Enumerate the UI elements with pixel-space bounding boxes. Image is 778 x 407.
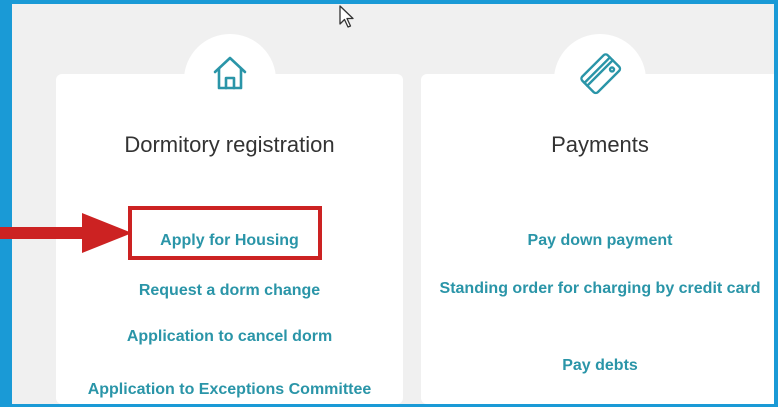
dormitory-icon-badge	[183, 34, 276, 126]
pay-debts-link[interactable]: Pay debts	[421, 354, 774, 378]
pay-down-payment-link[interactable]: Pay down payment	[421, 229, 774, 253]
window-frame: Dormitory registration Apply for Housing…	[0, 0, 778, 407]
cancel-dorm-link[interactable]: Application to cancel dorm	[56, 325, 403, 349]
credit-card-icon	[580, 53, 622, 95]
payments-card: Payments Pay down payment Standing order…	[421, 34, 774, 404]
red-arrow-icon	[0, 213, 132, 253]
payments-title: Payments	[551, 132, 649, 157]
payments-icon-badge	[554, 34, 646, 126]
dormitory-title: Dormitory registration	[124, 132, 335, 157]
mouse-cursor-icon	[339, 5, 354, 28]
highlight-box	[128, 206, 322, 260]
standing-order-link[interactable]: Standing order for charging by credit ca…	[421, 277, 774, 301]
request-dorm-change-link[interactable]: Request a dorm change	[56, 279, 403, 303]
exceptions-committee-link[interactable]: Application to Exceptions Committee	[56, 378, 403, 402]
house-icon	[213, 56, 246, 90]
